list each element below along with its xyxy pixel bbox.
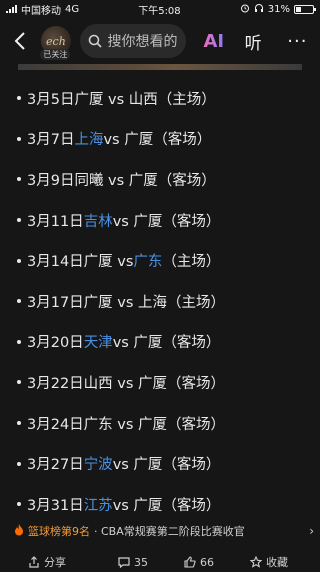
schedule-text: vs 广厦（客场） bbox=[112, 497, 221, 514]
schedule-text: 3月22日山西 vs 广厦（客场） bbox=[27, 375, 226, 392]
comment-icon bbox=[118, 557, 130, 568]
top-nav: ech 已关注 搜你想看的 AI 听 ··· bbox=[0, 18, 320, 64]
team-link[interactable]: 天津 bbox=[84, 331, 113, 352]
bullet-icon bbox=[17, 380, 21, 385]
search-box[interactable]: 搜你想看的 bbox=[80, 24, 187, 58]
status-bar: 中国移动 4G 下午5:08 31% bbox=[0, 0, 320, 18]
schedule-item: 3月27日 宁波 vs 广厦（客场） bbox=[0, 443, 320, 484]
bullet-icon bbox=[17, 502, 21, 507]
battery-percent: 31% bbox=[267, 3, 290, 15]
comment-count: 35 bbox=[134, 555, 148, 569]
schedule-item: 3月31日 江苏 vs 广厦（客场） bbox=[0, 484, 320, 525]
listen-button[interactable]: 听 bbox=[239, 29, 266, 54]
flame-icon bbox=[14, 523, 24, 539]
bullet-icon bbox=[17, 421, 21, 426]
schedule-item: 3月9日同曦 vs 广厦（客场） bbox=[0, 159, 320, 200]
schedule-text: 3月14日广厦 vs bbox=[27, 254, 134, 271]
schedule-item: 3月17日广厦 vs 上海（主场） bbox=[0, 281, 320, 322]
team-link[interactable]: 宁波 bbox=[84, 453, 113, 474]
alarm-icon bbox=[240, 3, 250, 16]
schedule-list: 3月5日广厦 vs 山西（主场） 3月7日 上海 vs 广厦（客场） 3月9日同曦 v… bbox=[0, 78, 320, 525]
schedule-text: vs 广厦（客场） bbox=[103, 132, 212, 149]
share-icon bbox=[29, 556, 39, 568]
like-button[interactable]: 66 bbox=[184, 556, 214, 569]
schedule-text: 3月31日 bbox=[27, 497, 84, 514]
signal-icon bbox=[6, 5, 17, 13]
chevron-right-icon: › bbox=[309, 524, 314, 538]
status-left: 中国移动 4G bbox=[6, 2, 79, 17]
author-avatar[interactable]: ech 已关注 bbox=[37, 22, 74, 60]
schedule-text: vs 广厦（客场） bbox=[112, 457, 221, 474]
schedule-text: vs 广厦（客场） bbox=[112, 213, 221, 230]
collect-button[interactable]: 收藏 bbox=[250, 554, 288, 570]
action-bar: 分享 35 66 收藏 bbox=[0, 552, 320, 572]
schedule-text: 3月5日广厦 vs 山西（主场） bbox=[27, 91, 216, 108]
schedule-item: 3月14日广厦 vs 广东 （主场） bbox=[0, 240, 320, 281]
schedule-text: vs 广厦（客场） bbox=[112, 335, 221, 352]
schedule-item: 3月20日 天津 vs 广厦（客场） bbox=[0, 322, 320, 363]
star-icon bbox=[250, 556, 262, 568]
team-link[interactable]: 江苏 bbox=[84, 494, 113, 515]
share-button[interactable]: 分享 bbox=[28, 554, 66, 570]
battery-icon bbox=[293, 4, 316, 14]
schedule-text: 3月24日广东 vs 广厦（客场） bbox=[27, 416, 226, 433]
schedule-text: 3月27日 bbox=[27, 457, 84, 474]
schedule-item: 3月7日 上海 vs 广厦（客场） bbox=[0, 119, 320, 160]
schedule-text: 3月20日 bbox=[27, 335, 84, 352]
more-button[interactable]: ··· bbox=[283, 31, 312, 52]
team-link[interactable]: 吉林 bbox=[84, 210, 113, 231]
battery-fill bbox=[295, 6, 301, 12]
search-icon bbox=[89, 34, 103, 48]
like-count: 66 bbox=[200, 555, 214, 569]
article-image bbox=[18, 64, 302, 70]
hot-ranking-bar[interactable]: 篮球榜第9名 · CBA常规赛第二阶段比赛收官 › bbox=[14, 520, 314, 542]
hot-rank: 篮球榜第9名 bbox=[28, 525, 90, 538]
bullet-icon bbox=[17, 136, 21, 141]
bullet-icon bbox=[17, 177, 21, 182]
team-link[interactable]: 上海 bbox=[74, 128, 103, 149]
bullet-icon bbox=[17, 299, 21, 304]
thumbs-up-icon bbox=[184, 556, 196, 568]
bullet-icon bbox=[17, 339, 21, 344]
bullet-icon bbox=[17, 258, 21, 263]
bullet-icon bbox=[17, 218, 21, 223]
status-right: 31% bbox=[240, 3, 316, 16]
headphones-icon bbox=[254, 3, 264, 16]
carrier-label: 中国移动 bbox=[21, 5, 61, 17]
schedule-item: 3月11日 吉林 vs 广厦（客场） bbox=[0, 200, 320, 241]
followed-badge: 已关注 bbox=[40, 49, 71, 60]
schedule-text: 3月11日 bbox=[27, 213, 84, 230]
chevron-left-icon bbox=[14, 32, 25, 50]
schedule-text: 3月9日同曦 vs 广厦（客场） bbox=[27, 172, 216, 189]
network-label: 4G bbox=[65, 3, 80, 15]
back-button[interactable] bbox=[8, 26, 31, 56]
collect-label: 收藏 bbox=[266, 556, 288, 569]
team-link[interactable]: 广东 bbox=[133, 250, 162, 271]
ai-button[interactable]: AI bbox=[200, 31, 227, 52]
schedule-text: 3月17日广厦 vs 上海（主场） bbox=[27, 294, 226, 311]
schedule-text: 3月7日 bbox=[27, 132, 75, 149]
bullet-icon bbox=[17, 461, 21, 466]
hot-title: · CBA常规赛第二阶段比赛收官 bbox=[94, 525, 245, 538]
share-label: 分享 bbox=[44, 556, 66, 569]
comment-button[interactable]: 35 bbox=[118, 556, 148, 569]
schedule-text: （主场） bbox=[162, 254, 221, 271]
bullet-icon bbox=[17, 96, 21, 101]
clock: 下午5:08 bbox=[138, 5, 181, 17]
search-placeholder: 搜你想看的 bbox=[107, 34, 178, 50]
schedule-item: 3月5日广厦 vs 山西（主场） bbox=[0, 78, 320, 119]
schedule-item: 3月24日广东 vs 广厦（客场） bbox=[0, 403, 320, 444]
schedule-item: 3月22日山西 vs 广厦（客场） bbox=[0, 362, 320, 403]
